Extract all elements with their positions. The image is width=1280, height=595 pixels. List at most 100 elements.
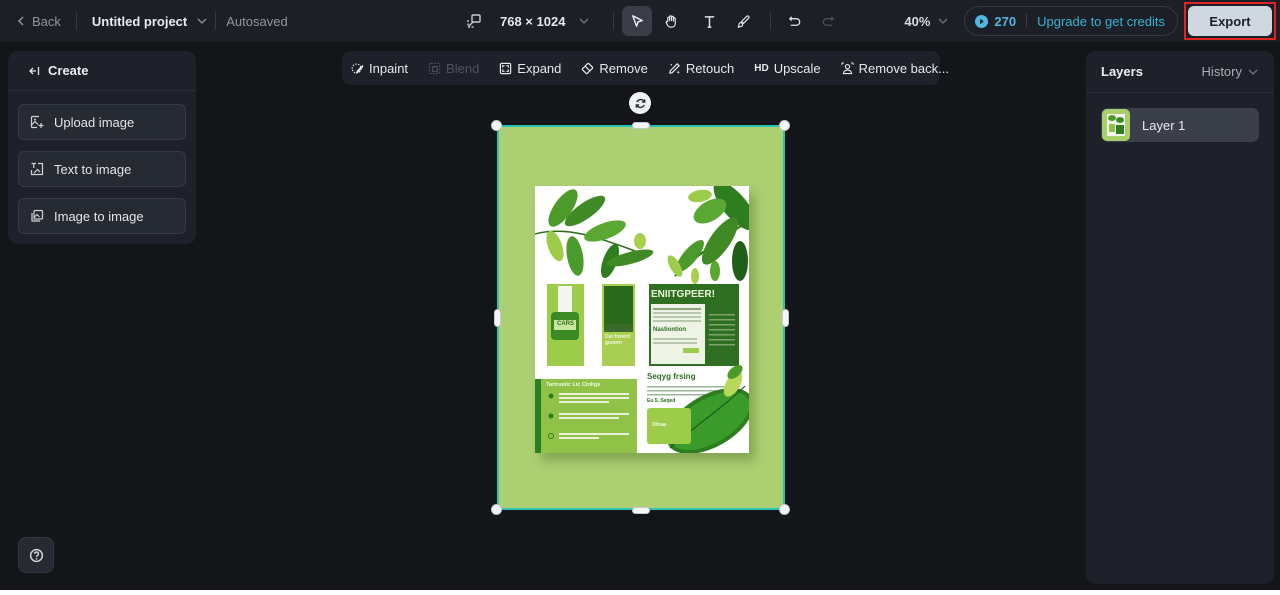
history-dropdown[interactable]: History (1202, 64, 1258, 79)
poster-image: ENIITGPEER! Nastiontion CARS Cer fonent … (535, 186, 749, 453)
expand-icon (500, 62, 512, 74)
divider (1026, 14, 1028, 28)
create-panel: Create Upload image Text to image Image … (8, 51, 196, 244)
help-button[interactable] (18, 537, 54, 573)
text-to-image-button[interactable]: Text to image (18, 151, 186, 187)
blend-button[interactable]: Blend (428, 61, 479, 76)
poster-side-title: Cer fonent geoorn (605, 334, 630, 346)
back-label: Back (32, 13, 61, 29)
export-button[interactable]: Export (1188, 6, 1272, 36)
expand-button[interactable]: Expand (499, 61, 561, 76)
help-icon (29, 548, 43, 562)
credits-pill: 270 Upgrade to get credits (964, 6, 1178, 36)
layer-item[interactable]: Layer 1 (1101, 108, 1259, 142)
resize-handle-top-left[interactable] (491, 120, 502, 131)
chevron-down-icon (1248, 69, 1258, 75)
collapse-left-icon (29, 66, 40, 75)
divider (613, 12, 615, 30)
canvas-size-dropdown[interactable]: 768 × 1024 (466, 13, 589, 29)
hd-icon: HD (754, 62, 769, 74)
resize-handle-right[interactable] (782, 309, 789, 327)
image-to-image-label: Image to image (54, 208, 144, 224)
redo-button[interactable] (813, 6, 843, 36)
remove-label: Remove (599, 60, 648, 76)
poster-subhead: Nastiontion (653, 327, 686, 333)
eraser-icon (582, 62, 594, 74)
canvas-size: 768 × 1024 (500, 13, 566, 29)
rotate-icon (635, 98, 645, 108)
resize-handle-top-right[interactable] (779, 120, 790, 131)
remove-background-label: Remove back... (858, 60, 949, 76)
upload-image-icon (30, 115, 44, 129)
poster-leaf-card: Oihaa (652, 422, 666, 428)
app-window: Back Untitled project Autosaved 768 × 10… (0, 0, 1280, 590)
poster-lower-sub: Eu 5. Seqed (647, 398, 676, 404)
undo-button[interactable] (779, 6, 809, 36)
image-to-image-button[interactable]: Image to image (18, 198, 186, 234)
rotate-handle[interactable] (629, 92, 651, 114)
save-status: Autosaved (226, 13, 288, 29)
project-name-dropdown[interactable]: Untitled project (92, 14, 207, 29)
chevron-left-icon (17, 16, 24, 26)
resize-handle-bottom-left[interactable] (491, 504, 502, 515)
resize-handle-top[interactable] (632, 122, 650, 129)
layers-panel: Layers History Layer 1 (1086, 51, 1274, 584)
poster-headline: ENIITGPEER! (651, 289, 715, 300)
back-button[interactable]: Back (16, 14, 61, 29)
remove-background-icon (841, 61, 854, 74)
retouch-label: Retouch (685, 60, 735, 76)
inpaint-label: Inpaint (369, 60, 409, 76)
retouch-button[interactable]: Retouch (668, 61, 734, 76)
resize-handle-bottom[interactable] (632, 507, 650, 514)
top-bar: Back Untitled project Autosaved 768 × 10… (0, 0, 1280, 42)
retouch-icon (668, 62, 680, 74)
resize-handle-left[interactable] (494, 309, 501, 327)
inpaint-button[interactable]: Inpaint (351, 61, 408, 76)
upgrade-link[interactable]: Upgrade to get credits (1037, 14, 1165, 29)
window-bottom-edge (0, 590, 1280, 595)
layer-name: Layer 1 (1142, 117, 1186, 133)
upscale-button[interactable]: HD Upscale (754, 61, 820, 76)
layer-thumbnail (1102, 109, 1130, 141)
redo-icon (822, 15, 835, 26)
select-tool-button[interactable] (622, 6, 653, 36)
edit-toolbar: Inpaint Blend Expand Remove Retouch HD U… (342, 51, 949, 85)
chevron-down-icon (938, 18, 948, 24)
zoom-level: 40% (904, 13, 931, 29)
divider (215, 12, 217, 30)
upscale-label: Upscale (773, 60, 821, 76)
poster-product-label: CARS (557, 321, 575, 327)
text-tool-button[interactable] (694, 6, 724, 36)
remove-background-button[interactable]: Remove back... (841, 61, 949, 76)
layers-tab[interactable]: Layers (1101, 64, 1143, 79)
poster-section-title: Tartrustic Lic Cinligs (546, 382, 601, 388)
cursor-arrow-icon (632, 14, 643, 27)
resize-handle-bottom-right[interactable] (779, 504, 790, 515)
divider (75, 12, 77, 30)
export-highlight: Export (1184, 2, 1276, 40)
brush-icon (737, 14, 750, 28)
chevron-down-icon (197, 18, 207, 24)
create-panel-title: Create (48, 63, 89, 78)
image-to-image-icon (31, 209, 44, 222)
blend-icon (428, 62, 441, 74)
credit-count: 270 (994, 13, 1017, 29)
expand-label: Expand (517, 60, 562, 76)
zoom-dropdown[interactable]: 40% (904, 14, 948, 29)
chevron-down-icon (579, 18, 589, 24)
text-icon (704, 15, 715, 28)
undo-icon (788, 15, 801, 26)
inpaint-icon (351, 62, 364, 74)
divider (770, 12, 772, 30)
blend-label: Blend (446, 60, 480, 76)
canvas-image-selection[interactable]: ENIITGPEER! Nastiontion CARS Cer fonent … (497, 125, 785, 510)
brush-tool-button[interactable] (728, 6, 758, 36)
hand-tool-button[interactable] (656, 6, 686, 36)
project-name: Untitled project (91, 13, 188, 29)
remove-button[interactable]: Remove (581, 60, 648, 76)
text-to-image-label: Text to image (54, 161, 132, 177)
create-panel-header[interactable]: Create (8, 51, 196, 91)
poster-lower-title: Seqyg frsing (647, 372, 696, 381)
upload-image-button[interactable]: Upload image (18, 104, 186, 140)
hand-icon (665, 14, 676, 28)
